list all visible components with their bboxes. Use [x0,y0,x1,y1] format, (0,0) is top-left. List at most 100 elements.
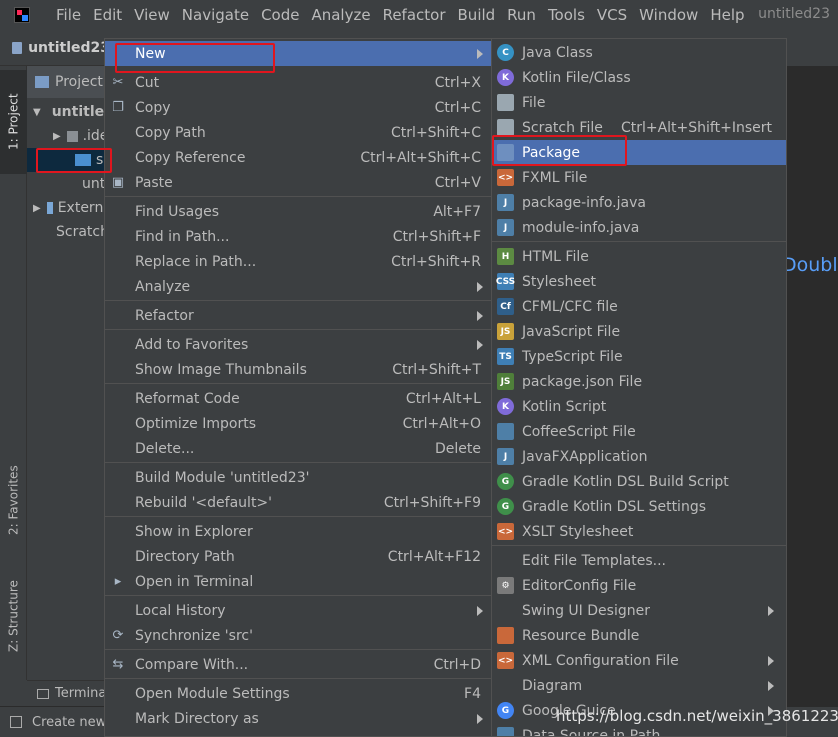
coffeescript-icon [497,423,514,440]
java-file-icon: J [497,194,514,211]
tab-project[interactable]: 1: Project [0,70,27,174]
menu-item-analyze[interactable]: Analyze [105,274,491,299]
menu-item-show-image-thumbnails[interactable]: Show Image Thumbnails Ctrl+Shift+T [105,357,491,382]
menu-item-shortcut: Ctrl+Shift+R [391,253,481,270]
submenu-item-label: XML Configuration File [522,652,679,669]
submenu-item-swing-ui-designer[interactable]: Swing UI Designer [492,598,786,623]
menu-item-mark-directory-as[interactable]: Mark Directory as [105,706,491,731]
menu-analyze[interactable]: Analyze [305,6,376,24]
menu-item-add-to-favorites[interactable]: Add to Favorites [105,332,491,357]
window-title: untitled23 [758,6,830,22]
folder-icon [66,130,78,142]
submenu-item-label: JavaFXApplication [522,448,648,465]
submenu-item-kotlin-script[interactable]: K Kotlin Script [492,394,786,419]
menu-item-rebuild-default[interactable]: Rebuild '<default>' Ctrl+Shift+F9 [105,490,491,515]
menu-separator [105,329,491,330]
submenu-item-kotlin-file-class[interactable]: K Kotlin File/Class [492,65,786,90]
menu-item-shortcut: Alt+F7 [433,203,481,220]
menu-item-cut[interactable]: ✂ Cut Ctrl+X [105,70,491,95]
menu-item-copy-reference[interactable]: Copy Reference Ctrl+Alt+Shift+C [105,145,491,170]
menu-item-label: Directory Path [135,548,235,565]
npm-icon: JS [497,373,514,390]
submenu-item-data-source-in-path[interactable]: Data Source in Path [492,723,786,736]
tab-structure[interactable]: Z: Structure [0,566,27,666]
menu-build[interactable]: Build [452,6,502,24]
status-icon[interactable] [10,716,22,728]
submenu-item-stylesheet[interactable]: CSS Stylesheet [492,269,786,294]
menu-item-synchronize-src[interactable]: ⟳ Synchronize 'src' [105,623,491,648]
menu-file[interactable]: File [50,6,87,24]
menu-separator [105,462,491,463]
submenu-item-gradle-kotlin-dsl-settings[interactable]: G Gradle Kotlin DSL Settings [492,494,786,519]
submenu-item-package-info-java[interactable]: Jpackage-info.java [492,190,786,215]
submenu-item-package-json-file[interactable]: JS package.json File [492,369,786,394]
menu-view[interactable]: View [128,6,176,24]
menu-run[interactable]: Run [501,6,542,24]
submenu-item-package[interactable]: Package [492,140,786,165]
gradle-icon: G [497,473,514,490]
menu-refactor[interactable]: Refactor [377,6,452,24]
submenu-item-diagram[interactable]: Diagram [492,673,786,698]
menu-window[interactable]: Window [633,6,704,24]
submenu-item-java-class[interactable]: C Java Class [492,40,786,65]
kotlin-icon: K [497,398,514,415]
menu-item-find-usages[interactable]: Find Usages Alt+F7 [105,199,491,224]
menu-item-copy-path[interactable]: Copy Path Ctrl+Shift+C [105,120,491,145]
tab-terminal[interactable]: Terminal [55,686,110,701]
submenu-item-html-file[interactable]: H HTML File [492,244,786,269]
menu-item-find-in-path[interactable]: Find in Path... Ctrl+Shift+F [105,224,491,249]
submenu-item-javascript-file[interactable]: JS JavaScript File [492,319,786,344]
menu-item-open-module-settings[interactable]: Open Module Settings F4 [105,681,491,706]
menu-vcs[interactable]: VCS [591,6,633,24]
submenu-item-javafxapplication[interactable]: J JavaFXApplication [492,444,786,469]
menu-item-paste[interactable]: ▣ Paste Ctrl+V [105,170,491,195]
menu-item-refactor[interactable]: Refactor [105,303,491,328]
submenu-item-label: EditorConfig File [522,577,637,594]
submenu-item-xslt-stylesheet[interactable]: <> XSLT Stylesheet [492,519,786,544]
menu-item-optimize-imports[interactable]: Optimize Imports Ctrl+Alt+O [105,411,491,436]
menu-navigate[interactable]: Navigate [176,6,255,24]
menu-edit[interactable]: Edit [87,6,128,24]
compare-icon: ⇆ [112,657,124,672]
menu-tools[interactable]: Tools [542,6,591,24]
submenu-item-resource-bundle[interactable]: Resource Bundle [492,623,786,648]
menu-item-label: Build Module 'untitled23' [135,469,310,486]
submenu-item-label: package-info.java [522,194,646,211]
menu-item-delete[interactable]: Delete... Delete [105,436,491,461]
menu-item-build-module-untitled23[interactable]: Build Module 'untitled23' [105,465,491,490]
menu-item-shortcut: Ctrl+Alt+O [402,415,481,432]
menu-item-compare-with[interactable]: ⇆ Compare With... Ctrl+D [105,652,491,677]
nav-project-label[interactable]: untitled23 [28,40,110,56]
menu-help[interactable]: Help [704,6,750,24]
submenu-item-edit-file-templates[interactable]: Edit File Templates... [492,548,786,573]
menu-item-open-in-terminal[interactable]: ▸ Open in Terminal [105,569,491,594]
menu-code[interactable]: Code [255,6,305,24]
menu-separator [105,678,491,679]
menu-separator [492,545,786,546]
project-panel-title[interactable]: Project [55,74,103,90]
resource-bundle-icon [497,627,514,644]
submenu-item-file[interactable]: File [492,90,786,115]
submenu-item-label: File [522,94,546,111]
menu-item-replace-in-path[interactable]: Replace in Path... Ctrl+Shift+R [105,249,491,274]
submenu-item-gradle-kotlin-dsl-build-script[interactable]: G Gradle Kotlin DSL Build Script [492,469,786,494]
menu-item-new[interactable]: New [105,41,491,66]
menu-item-copy[interactable]: ❐ Copy Ctrl+C [105,95,491,120]
submenu-item-fxml-file[interactable]: <> FXML File [492,165,786,190]
submenu-item-xml-configuration-file[interactable]: <> XML Configuration File [492,648,786,673]
menu-item-show-in-explorer[interactable]: Show in Explorer [105,519,491,544]
tab-favorites[interactable]: 2: Favorites [0,450,27,550]
submenu-item-cfml-cfc-file[interactable]: Cf CFML/CFC file [492,294,786,319]
chevron-down-icon: ▼ [33,106,41,118]
submenu-item-scratch-file[interactable]: Scratch File Ctrl+Alt+Shift+Insert [492,115,786,140]
submenu-item-editorconfig-file[interactable]: ⚙ EditorConfig File [492,573,786,598]
submenu-item-coffeescript-file[interactable]: CoffeeScript File [492,419,786,444]
submenu-item-typescript-file[interactable]: TS TypeScript File [492,344,786,369]
submenu-item-module-info-java[interactable]: Jmodule-info.java [492,215,786,240]
scratch-file-icon [497,119,514,136]
submenu-item-label: Diagram [522,677,583,694]
menu-item-local-history[interactable]: Local History [105,598,491,623]
menu-item-directory-path[interactable]: Directory Path Ctrl+Alt+F12 [105,544,491,569]
menu-item-reformat-code[interactable]: Reformat Code Ctrl+Alt+L [105,386,491,411]
css-icon: CSS [496,273,515,290]
